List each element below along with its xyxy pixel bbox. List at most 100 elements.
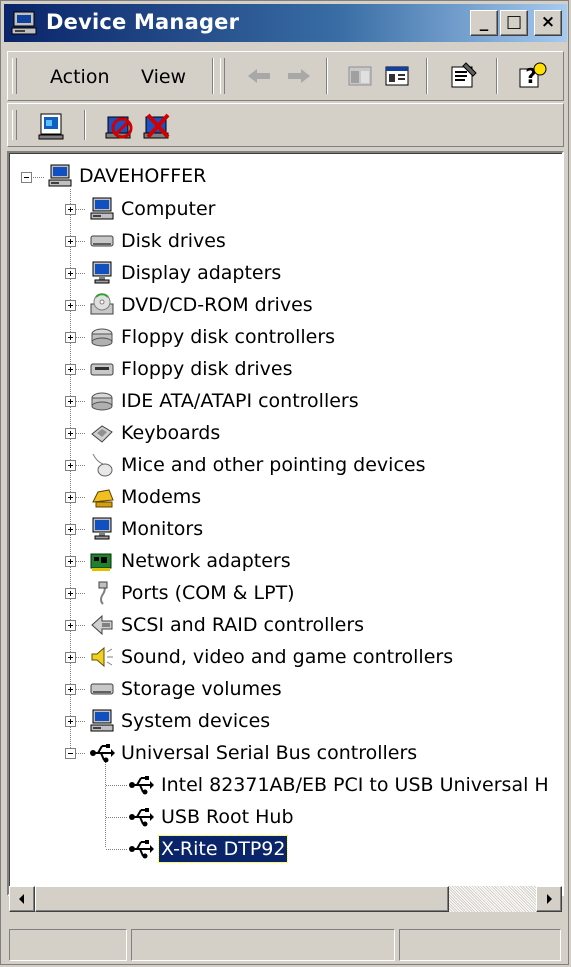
toolbar-grip[interactable] [220, 58, 225, 94]
expand-toggle[interactable] [65, 460, 76, 471]
tree-connector [76, 369, 86, 370]
expand-toggle[interactable] [65, 556, 76, 567]
expand-toggle[interactable] [65, 524, 76, 535]
sound-icon [91, 646, 113, 668]
tree-device[interactable]: USB Root Hub [159, 804, 296, 830]
show-hide-console-tree-icon[interactable] [346, 63, 376, 89]
export-list-icon[interactable] [383, 63, 413, 89]
tree-device[interactable]: Intel 82371AB/EB PCI to USB Universal H [159, 772, 551, 798]
scroll-left-button[interactable] [9, 886, 35, 912]
tree-connector [76, 337, 86, 338]
expand-toggle[interactable] [65, 204, 76, 215]
controller-icon [91, 328, 113, 347]
uninstall-device-icon[interactable] [142, 111, 172, 141]
tree-connector [76, 753, 86, 754]
collapse-toggle[interactable] [65, 748, 76, 759]
expand-toggle[interactable] [65, 236, 76, 247]
tree-category[interactable]: Computer [119, 196, 217, 222]
tree-category[interactable]: Disk drives [119, 228, 228, 254]
expand-toggle[interactable] [65, 652, 76, 663]
tree-category[interactable]: Sound, video and game controllers [119, 644, 455, 670]
modem-icon [92, 489, 114, 508]
scroll-track[interactable] [449, 886, 536, 912]
expand-toggle[interactable] [65, 620, 76, 631]
scan-hardware-changes-icon[interactable] [36, 111, 66, 141]
toolbar-grip[interactable] [12, 58, 17, 94]
keyboard-icon [91, 425, 113, 443]
mouse-icon [92, 453, 113, 477]
properties-icon[interactable] [448, 61, 480, 91]
tree-category[interactable]: Floppy disk drives [119, 356, 295, 382]
tree-connector [76, 241, 86, 242]
menu-view[interactable]: View [141, 66, 186, 88]
close-button[interactable]: × [534, 10, 562, 36]
tree-category[interactable]: System devices [119, 708, 272, 734]
usb-icon [129, 776, 154, 795]
tree-connector [105, 760, 106, 848]
tree-category[interactable]: Keyboards [119, 420, 222, 446]
menu-action[interactable]: Action [50, 66, 110, 88]
tree-category[interactable]: Mice and other pointing devices [119, 452, 427, 478]
computer-icon [48, 164, 72, 187]
tree-connector [33, 177, 45, 178]
expand-toggle[interactable] [65, 492, 76, 503]
tree-category[interactable]: Storage volumes [119, 676, 284, 702]
title-bar[interactable]: Device Manager _ □ × [4, 4, 567, 42]
horizontal-scrollbar[interactable] [9, 886, 562, 912]
tree-root-label[interactable]: DAVEHOFFER [77, 163, 208, 189]
toolbar-grip[interactable] [12, 110, 17, 140]
arrow-right-icon [547, 894, 552, 904]
tree-category[interactable]: Monitors [119, 516, 205, 542]
disk-drive-icon [90, 235, 114, 247]
tree-category[interactable]: Ports (COM & LPT) [119, 580, 297, 606]
arrow-left-icon [19, 894, 24, 904]
maximize-button[interactable]: □ [500, 10, 528, 36]
device-tree[interactable]: DAVEHOFFER Computer Disk drives Display ad… [7, 151, 564, 896]
main-toolbar: Action View ? [7, 51, 564, 101]
expand-toggle[interactable] [65, 428, 76, 439]
minimize-button[interactable]: _ [470, 10, 498, 36]
tree-connector [76, 497, 86, 498]
tree-connector [76, 561, 86, 562]
disable-device-icon[interactable] [104, 111, 134, 141]
scroll-right-button[interactable] [536, 886, 562, 912]
floppy-drive-icon [90, 363, 114, 376]
forward-arrow-icon[interactable] [284, 64, 314, 88]
tree-category[interactable]: SCSI and RAID controllers [119, 612, 366, 638]
tree-category[interactable]: Network adapters [119, 548, 293, 574]
tree-device-selected[interactable]: X-Rite DTP92 [157, 835, 289, 863]
tree-category[interactable]: Floppy disk controllers [119, 324, 337, 350]
computer-icon [90, 709, 114, 732]
tree-category[interactable]: IDE ATA/ATAPI controllers [119, 388, 361, 414]
help-icon[interactable]: ? [516, 61, 548, 91]
collapse-toggle[interactable] [21, 172, 32, 183]
monitor-icon [92, 517, 112, 540]
network-adapter-icon [90, 553, 112, 571]
scroll-thumb[interactable] [35, 886, 449, 912]
scsi-icon [91, 614, 113, 636]
action-toolbar [7, 103, 564, 147]
window-title: Device Manager [46, 10, 240, 34]
tree-category[interactable]: DVD/CD-ROM drives [119, 292, 315, 318]
computer-manager-icon [11, 11, 37, 35]
tree-category[interactable]: Universal Serial Bus controllers [119, 740, 419, 766]
tree-connector [76, 465, 86, 466]
tree-category[interactable]: Modems [119, 484, 203, 510]
tree-connector [76, 209, 86, 210]
usb-icon [90, 744, 115, 763]
expand-toggle[interactable] [65, 332, 76, 343]
expand-toggle[interactable] [65, 364, 76, 375]
toolbar-separator [496, 58, 498, 94]
display-adapter-icon [92, 261, 112, 284]
toolbar-separator [326, 58, 328, 94]
expand-toggle[interactable] [65, 268, 76, 279]
tree-category[interactable]: Display adapters [119, 260, 283, 286]
tree-connector [76, 401, 86, 402]
tree-connector [106, 849, 128, 850]
expand-toggle[interactable] [65, 300, 76, 311]
expand-toggle[interactable] [65, 588, 76, 599]
expand-toggle[interactable] [65, 716, 76, 727]
expand-toggle[interactable] [65, 396, 76, 407]
back-arrow-icon[interactable] [244, 64, 274, 88]
expand-toggle[interactable] [65, 684, 76, 695]
